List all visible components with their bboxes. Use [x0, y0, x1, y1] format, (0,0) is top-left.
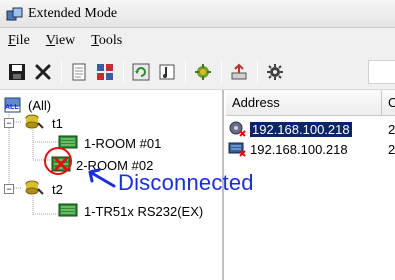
group-icon: [24, 114, 46, 133]
address-cell: 192.168.100.218: [250, 121, 352, 137]
settings-icon[interactable]: [264, 61, 286, 83]
disconnected-device-icon: [228, 121, 248, 137]
refresh-icon[interactable]: [130, 61, 152, 83]
group-icon: [24, 180, 46, 199]
tree-label: t2: [52, 181, 63, 197]
column-header-address[interactable]: Address: [226, 90, 382, 116]
title-bar: Extended Mode: [0, 0, 395, 28]
menu-view[interactable]: View: [46, 33, 76, 49]
all-icon: ALL: [4, 97, 22, 113]
list-header: Address C: [226, 90, 395, 116]
menu-file[interactable]: File: [8, 33, 30, 49]
tree-label: (All): [28, 97, 52, 113]
address-cell: 192.168.100.218: [250, 141, 348, 157]
grid-icon[interactable]: [94, 61, 116, 83]
delete-icon[interactable]: [32, 61, 54, 83]
menu-bar: File View Tools: [0, 28, 395, 54]
window-title: Extended Mode: [28, 5, 118, 21]
app-icon: [6, 6, 24, 22]
tree-item-group-t1[interactable]: − t1: [4, 114, 63, 132]
notes-icon[interactable]: [156, 61, 178, 83]
toolbar-separator: [221, 60, 222, 83]
toolbar-separator: [257, 60, 258, 83]
document-icon[interactable]: [68, 61, 90, 83]
toolbar-separator: [123, 60, 124, 83]
collapse-icon[interactable]: −: [4, 118, 14, 128]
toolbar-separator: [61, 60, 62, 83]
tree-item-group-t2[interactable]: − t2: [4, 180, 63, 198]
menu-tools[interactable]: Tools: [91, 33, 122, 49]
tree-item-all[interactable]: ALL (All): [4, 96, 51, 114]
upload-icon[interactable]: [228, 61, 250, 83]
list-item[interactable]: 192.168.100.218 2: [226, 120, 395, 138]
c-cell: 2: [388, 121, 395, 137]
collapse-icon[interactable]: −: [4, 184, 14, 194]
tree-label: 1-ROOM #01: [84, 135, 162, 151]
annotation-arrow-icon: [88, 168, 116, 188]
all-badge: ALL: [5, 104, 19, 111]
toolbar-field[interactable]: [368, 60, 395, 84]
toolbar: [0, 54, 395, 90]
toolbar-separator: [185, 60, 186, 83]
save-icon[interactable]: [6, 61, 28, 83]
column-header-c[interactable]: C: [382, 90, 395, 116]
device-icon[interactable]: [192, 61, 214, 83]
tree-item-room-01[interactable]: 1-ROOM #01: [58, 134, 161, 152]
list-item[interactable]: 192.168.100.218 2: [226, 140, 395, 158]
device-icon: [58, 202, 80, 221]
annotation-label: Disconnected: [118, 170, 254, 195]
tree-label: 1-TR51x RS232(EX): [84, 203, 204, 219]
tree-label: t1: [52, 115, 63, 131]
disconnected-device-icon: [228, 141, 248, 157]
annotation-circle: [44, 147, 72, 175]
tree-item-device[interactable]: 1-TR51x RS232(EX): [58, 202, 203, 220]
c-cell: 2: [388, 141, 395, 157]
